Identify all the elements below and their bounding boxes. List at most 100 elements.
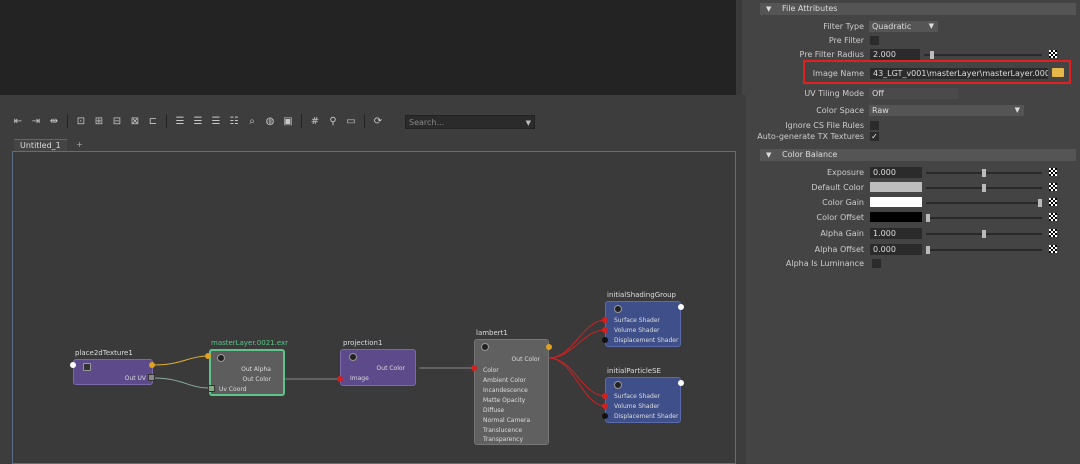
- shading-group-node[interactable]: Surface Shader Volume Shader Displacemen…: [605, 301, 681, 347]
- map-button-icon[interactable]: [1049, 50, 1057, 58]
- toolbar-divider: [364, 114, 365, 128]
- input-port[interactable]: [602, 317, 608, 323]
- map-button-icon[interactable]: [1049, 198, 1057, 206]
- file-attributes-header[interactable]: ▼ File Attributes: [760, 3, 1076, 15]
- graph-input-icon[interactable]: ⇤: [10, 113, 26, 129]
- layout-icon[interactable]: ⊞: [91, 113, 107, 129]
- swatch-icon[interactable]: ◍: [262, 113, 278, 129]
- input-port[interactable]: [602, 337, 608, 343]
- frame-all-icon[interactable]: ⊡: [73, 113, 89, 129]
- search-icon[interactable]: ⌕: [244, 113, 260, 129]
- input-port[interactable]: [602, 327, 608, 333]
- attr-row: Color: [483, 367, 499, 374]
- show-connected-icon[interactable]: ⊏: [145, 113, 161, 129]
- slider-thumb[interactable]: [1038, 199, 1042, 207]
- alpha-is-luminance-checkbox[interactable]: [872, 259, 881, 268]
- filter-type-dropdown[interactable]: Quadratic ▼: [869, 21, 938, 32]
- add-tab-button[interactable]: +: [76, 139, 83, 151]
- slider-thumb[interactable]: [926, 214, 930, 222]
- viewport-scrollbar[interactable]: [736, 0, 742, 95]
- list-all-icon[interactable]: ☷: [226, 113, 242, 129]
- input-port[interactable]: [602, 403, 608, 409]
- ignore-cs-checkbox[interactable]: [870, 121, 879, 130]
- projection-icon: [349, 353, 357, 361]
- color-offset-slider[interactable]: [926, 217, 1042, 219]
- color-gain-slider[interactable]: [926, 202, 1042, 204]
- exposure-label: Exposure: [826, 168, 864, 177]
- chevron-down-icon[interactable]: ▼: [526, 116, 531, 130]
- color-balance-header[interactable]: ▼ Color Balance: [760, 149, 1076, 161]
- list-simple-icon[interactable]: ☰: [172, 113, 188, 129]
- exposure-field[interactable]: 0.000: [870, 167, 922, 178]
- pre-filter-radius-label: Pre Filter Radius: [799, 50, 864, 59]
- pre-filter-checkbox[interactable]: [870, 36, 879, 45]
- attr-row: Matte Opacity: [483, 397, 526, 404]
- section-title: File Attributes: [782, 4, 838, 13]
- viewport-panel[interactable]: [0, 0, 740, 95]
- map-button-icon[interactable]: [1049, 168, 1057, 176]
- input-port[interactable]: [602, 393, 608, 399]
- graph-output-icon[interactable]: ⇥: [28, 113, 44, 129]
- list-connected-icon[interactable]: ☰: [190, 113, 206, 129]
- pre-filter-radius-field[interactable]: 2.000: [870, 49, 920, 60]
- toolbar-divider: [166, 114, 167, 128]
- slider-thumb[interactable]: [926, 246, 930, 254]
- output-port[interactable]: [678, 304, 684, 310]
- pre-filter-radius-slider[interactable]: [924, 54, 1042, 56]
- output-port[interactable]: [546, 344, 552, 350]
- alpha-gain-field[interactable]: 1.000: [870, 228, 922, 239]
- attr-row: Displacement Shader: [614, 413, 679, 420]
- output-port[interactable]: [149, 362, 155, 368]
- file-texture-node[interactable]: Out Alpha Out Color Uv Coord: [209, 349, 285, 396]
- pre-filter-label: Pre Filter: [828, 36, 864, 45]
- color-space-dropdown[interactable]: Raw ▼: [869, 105, 1024, 116]
- collapse-arrow-icon: ▼: [766, 5, 772, 13]
- node-title: projection1: [343, 339, 383, 347]
- input-port[interactable]: [602, 413, 608, 419]
- render-swatch-icon[interactable]: ▣: [280, 113, 296, 129]
- list-custom-icon[interactable]: ☰: [208, 113, 224, 129]
- node-graph-canvas[interactable]: place2dTexture1 Out UV masterLayer.0021.…: [12, 151, 736, 464]
- color-gain-swatch[interactable]: [870, 197, 922, 207]
- rearrange-icon[interactable]: ⊟: [109, 113, 125, 129]
- chevron-down-icon: ▼: [928, 22, 934, 30]
- output-port[interactable]: [678, 380, 684, 386]
- alpha-offset-slider[interactable]: [926, 249, 1042, 251]
- output-port[interactable]: [148, 374, 155, 381]
- chevron-down-icon: ▼: [1014, 106, 1020, 114]
- connection-isg: [548, 319, 606, 359]
- refresh-icon[interactable]: ⟳: [370, 113, 386, 129]
- clear-icon[interactable]: ▭: [343, 113, 359, 129]
- slider-thumb[interactable]: [982, 230, 986, 238]
- projection-node[interactable]: Out Color Image: [340, 349, 416, 386]
- input-port[interactable]: [70, 362, 76, 368]
- input-port[interactable]: [208, 385, 215, 392]
- hide-attrs-icon[interactable]: ⊠: [127, 113, 143, 129]
- connection-uvcoord: [152, 377, 210, 389]
- uv-tiling-dropdown[interactable]: Off: [869, 88, 958, 99]
- search-input[interactable]: Search... ▼: [405, 115, 535, 129]
- default-color-swatch[interactable]: [870, 182, 922, 192]
- map-button-icon[interactable]: [1049, 245, 1057, 253]
- alpha-offset-field[interactable]: 0.000: [870, 244, 922, 255]
- input-port[interactable]: [337, 376, 343, 382]
- map-button-icon[interactable]: [1049, 229, 1057, 237]
- input-port[interactable]: [205, 353, 211, 359]
- uv-tiling-value: Off: [872, 89, 884, 98]
- color-offset-swatch[interactable]: [870, 212, 922, 222]
- graph-input-output-icon[interactable]: ⇹: [46, 113, 62, 129]
- lambert-node[interactable]: Out Color Color Ambient Color Incandesce…: [474, 339, 549, 445]
- map-button-icon[interactable]: [1049, 213, 1057, 221]
- auto-tx-checkbox[interactable]: ✓: [870, 132, 879, 141]
- map-button-icon[interactable]: [1049, 183, 1057, 191]
- alpha-is-luminance-label: Alpha Is Luminance: [785, 259, 864, 268]
- alpha-gain-label: Alpha Gain: [820, 229, 864, 238]
- particle-se-node[interactable]: Surface Shader Volume Shader Displacemen…: [605, 377, 681, 423]
- grid-icon[interactable]: #: [307, 113, 323, 129]
- snap-icon[interactable]: ⚲: [325, 113, 341, 129]
- input-port[interactable]: [471, 365, 477, 371]
- slider-thumb[interactable]: [982, 169, 986, 177]
- slider-thumb[interactable]: [930, 51, 934, 59]
- place2d-node[interactable]: Out UV: [73, 359, 153, 385]
- slider-thumb[interactable]: [982, 184, 986, 192]
